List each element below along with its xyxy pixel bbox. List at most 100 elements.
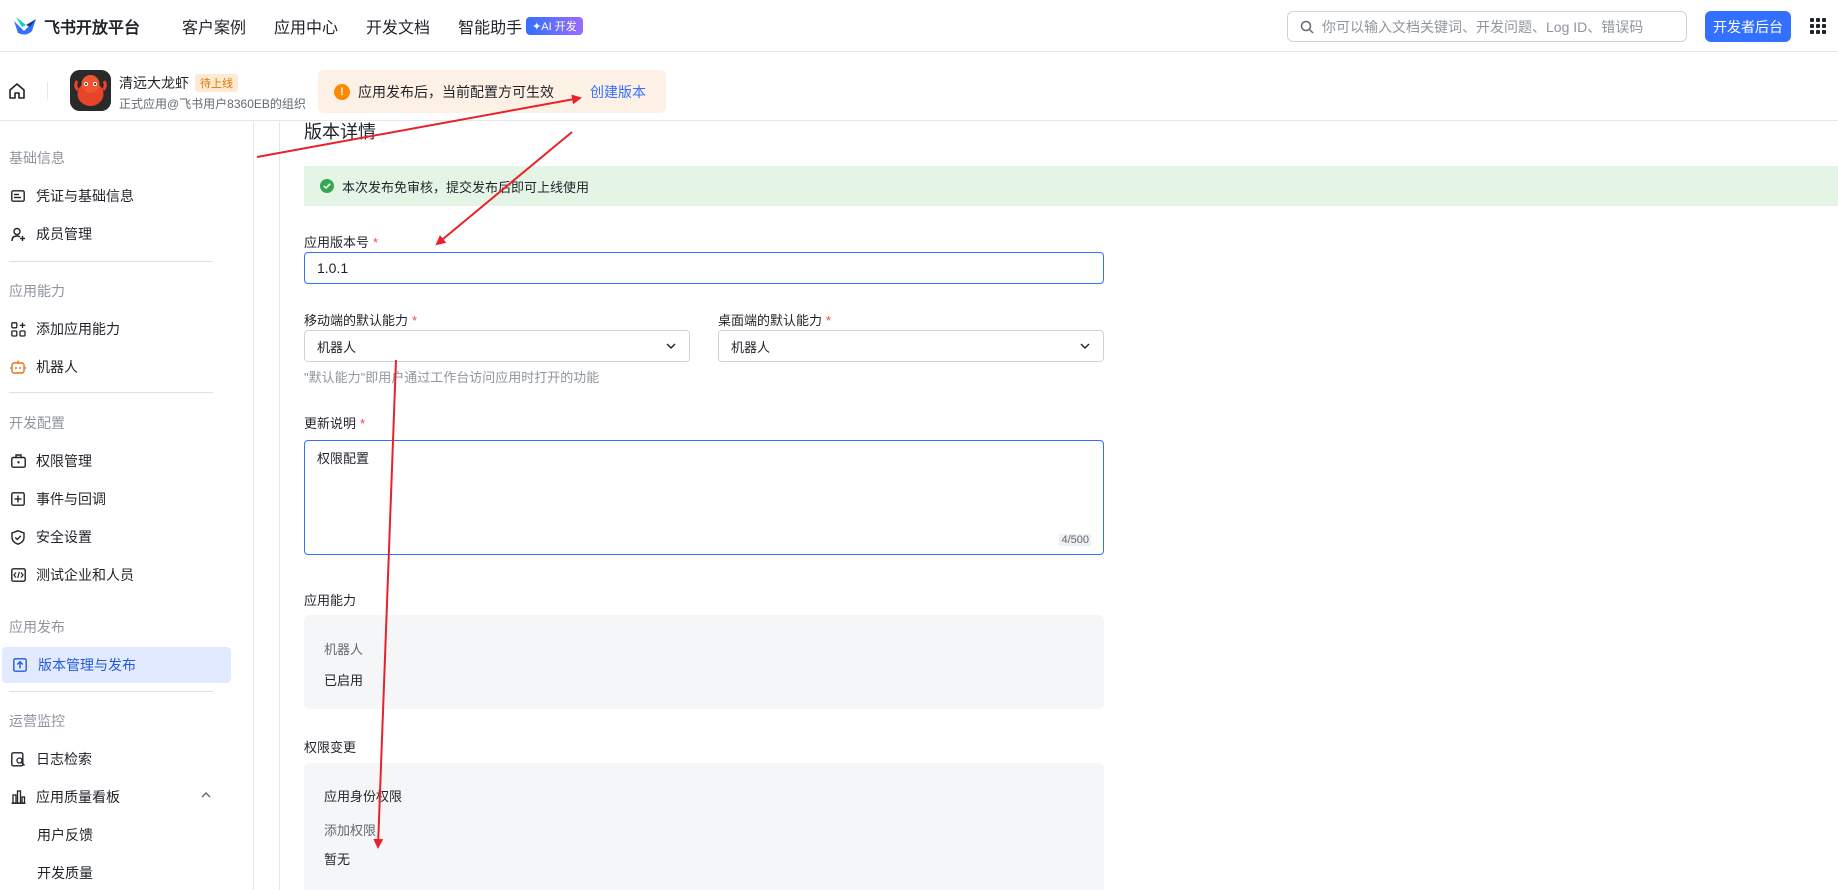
app-avatar[interactable] bbox=[70, 70, 111, 111]
char-counter: 4/500 bbox=[1059, 534, 1091, 546]
search-icon bbox=[1300, 20, 1314, 34]
main-nav: 客户案例 应用中心 开发文档 智能助手 ✦AI 开发 bbox=[182, 14, 611, 38]
sidebar-item-security[interactable]: 安全设置 bbox=[0, 519, 229, 555]
bar-chart-icon bbox=[10, 789, 26, 805]
search-input[interactable] bbox=[1322, 18, 1686, 35]
permission-add-label: 添加权限 bbox=[324, 823, 377, 838]
permission-type: 应用身份权限 bbox=[324, 789, 403, 804]
sidebar-item-members[interactable]: 成员管理 bbox=[0, 216, 229, 252]
permission-section-label: 权限变更 bbox=[304, 740, 357, 755]
create-version-link[interactable]: 创建版本 bbox=[590, 82, 646, 102]
mobile-default-label-text: 移动端的默认能力 bbox=[304, 313, 409, 328]
capability-card: 机器人 已启用 bbox=[304, 615, 1104, 709]
chevron-down-icon bbox=[1080, 343, 1090, 349]
sidebar-section-basic: 基础信息 bbox=[9, 150, 65, 166]
sidebar-item-user-feedback[interactable]: 用户反馈 bbox=[0, 817, 229, 853]
mobile-default-value: 机器人 bbox=[317, 339, 357, 355]
sidebar-section-monitoring: 运营监控 bbox=[9, 713, 65, 729]
permission-add-value: 暂无 bbox=[324, 852, 351, 867]
required-mark: * bbox=[360, 416, 366, 431]
grid-plus-icon bbox=[10, 321, 26, 337]
default-capability-hint: "默认能力"即用户通过工作台访问应用时打开的功能 bbox=[304, 370, 600, 385]
sidebar-item-label: 权限管理 bbox=[36, 453, 92, 469]
sidebar-item-label: 凭证与基础信息 bbox=[36, 188, 134, 204]
sidebar-item-bot[interactable]: 机器人 bbox=[0, 349, 229, 385]
desktop-default-select[interactable]: 机器人 bbox=[718, 330, 1104, 362]
app-name: 清远大龙虾 bbox=[119, 75, 189, 91]
sidebar-item-quality-board[interactable]: 应用质量看板 bbox=[0, 779, 229, 815]
top-nav: 飞书开放平台 客户案例 应用中心 开发文档 智能助手 ✦AI 开发 开发者后台 bbox=[0, 0, 1838, 52]
feishu-logo-icon bbox=[14, 16, 36, 35]
robot-icon bbox=[10, 359, 26, 375]
notes-label: 更新说明 * bbox=[304, 413, 365, 432]
status-badge: 待上线 bbox=[195, 74, 238, 92]
logo-text: 飞书开放平台 bbox=[44, 19, 141, 37]
lobster-avatar-icon bbox=[70, 70, 111, 111]
version-input[interactable]: 1.0.1 bbox=[304, 252, 1104, 284]
sidebar-item-credentials[interactable]: 凭证与基础信息 bbox=[0, 178, 229, 214]
divider bbox=[47, 82, 48, 100]
dev-console-button[interactable]: 开发者后台 bbox=[1705, 11, 1791, 42]
capability-status: 已启用 bbox=[324, 673, 364, 688]
shield-icon bbox=[10, 529, 26, 545]
logo[interactable]: 飞书开放平台 bbox=[12, 14, 140, 38]
notes-label-text: 更新说明 bbox=[304, 416, 357, 431]
log-search-icon bbox=[10, 751, 26, 767]
search-box bbox=[1287, 11, 1687, 42]
nav-ai-assistant[interactable]: 智能助手 ✦AI 开发 bbox=[458, 14, 583, 38]
sidebar-section-publish: 应用发布 bbox=[9, 619, 65, 635]
sidebar-scrollbar[interactable] bbox=[255, 122, 280, 890]
sidebar-section-dev-config: 开发配置 bbox=[9, 415, 65, 431]
sidebar-item-version-publish[interactable]: 版本管理与发布 bbox=[2, 647, 231, 683]
sidebar-item-events[interactable]: 事件与回调 bbox=[0, 481, 229, 517]
sidebar-item-label: 事件与回调 bbox=[36, 491, 106, 507]
notes-value: 权限配置 bbox=[317, 451, 370, 466]
sidebar: 基础信息 凭证与基础信息 成员管理 应用能力 添加应用能力 机器人 开发配置 权… bbox=[0, 122, 254, 890]
required-mark: * bbox=[412, 313, 418, 328]
sidebar-item-label: 添加应用能力 bbox=[36, 321, 120, 337]
home-icon[interactable] bbox=[8, 82, 26, 100]
sidebar-item-dev-quality[interactable]: 开发质量 bbox=[0, 855, 229, 890]
notes-textarea[interactable]: 权限配置 4/500 bbox=[304, 440, 1104, 555]
nav-ai-assistant-label: 智能助手 bbox=[458, 19, 523, 37]
success-banner: 本次发布免审核，提交发布后即可上线使用 bbox=[304, 166, 1838, 206]
sidebar-item-label: 开发质量 bbox=[37, 865, 93, 881]
sidebar-item-log-search[interactable]: 日志检索 bbox=[0, 741, 229, 777]
capability-name: 机器人 bbox=[324, 642, 364, 657]
mobile-default-label: 移动端的默认能力 * bbox=[304, 310, 417, 329]
upload-icon bbox=[12, 657, 28, 673]
chevron-up-icon[interactable] bbox=[200, 789, 212, 801]
nav-customer-cases[interactable]: 客户案例 bbox=[182, 14, 246, 38]
sidebar-item-label: 机器人 bbox=[36, 359, 78, 375]
publish-notice: ! 应用发布后，当前配置方可生效 创建版本 bbox=[318, 70, 666, 113]
chevron-down-icon bbox=[666, 343, 676, 349]
sidebar-item-label: 日志检索 bbox=[36, 751, 92, 767]
sidebar-section-capabilities: 应用能力 bbox=[9, 283, 65, 299]
briefcase-lock-icon bbox=[10, 453, 26, 469]
nav-dev-docs[interactable]: 开发文档 bbox=[366, 14, 430, 38]
event-icon bbox=[10, 491, 26, 507]
sidebar-item-test-org[interactable]: 测试企业和人员 bbox=[0, 557, 229, 593]
nav-app-center[interactable]: 应用中心 bbox=[274, 14, 338, 38]
version-label: 应用版本号 * bbox=[304, 232, 378, 251]
sidebar-item-add-capability[interactable]: 添加应用能力 bbox=[0, 311, 229, 347]
version-label-text: 应用版本号 bbox=[304, 235, 370, 250]
add-user-icon bbox=[10, 226, 26, 242]
sidebar-item-label: 版本管理与发布 bbox=[38, 657, 136, 673]
code-icon bbox=[10, 567, 26, 583]
capability-section-label: 应用能力 bbox=[304, 593, 357, 608]
desktop-default-label-text: 桌面端的默认能力 bbox=[718, 313, 823, 328]
sidebar-item-label: 安全设置 bbox=[36, 529, 92, 545]
sidebar-item-permissions[interactable]: 权限管理 bbox=[0, 443, 229, 479]
notice-text: 应用发布后，当前配置方可生效 bbox=[358, 83, 554, 100]
app-org: 正式应用@飞书用户8360EB的组织 bbox=[119, 97, 306, 111]
warning-icon: ! bbox=[334, 83, 350, 100]
app-grid-icon[interactable] bbox=[1810, 18, 1826, 34]
desktop-default-label: 桌面端的默认能力 * bbox=[718, 310, 831, 329]
sidebar-item-label: 成员管理 bbox=[36, 226, 92, 242]
sidebar-item-label: 测试企业和人员 bbox=[36, 567, 134, 583]
desktop-default-value: 机器人 bbox=[731, 339, 771, 355]
mobile-default-select[interactable]: 机器人 bbox=[304, 330, 690, 362]
divider bbox=[9, 392, 213, 393]
permission-card: 应用身份权限 添加权限 暂无 bbox=[304, 763, 1104, 890]
